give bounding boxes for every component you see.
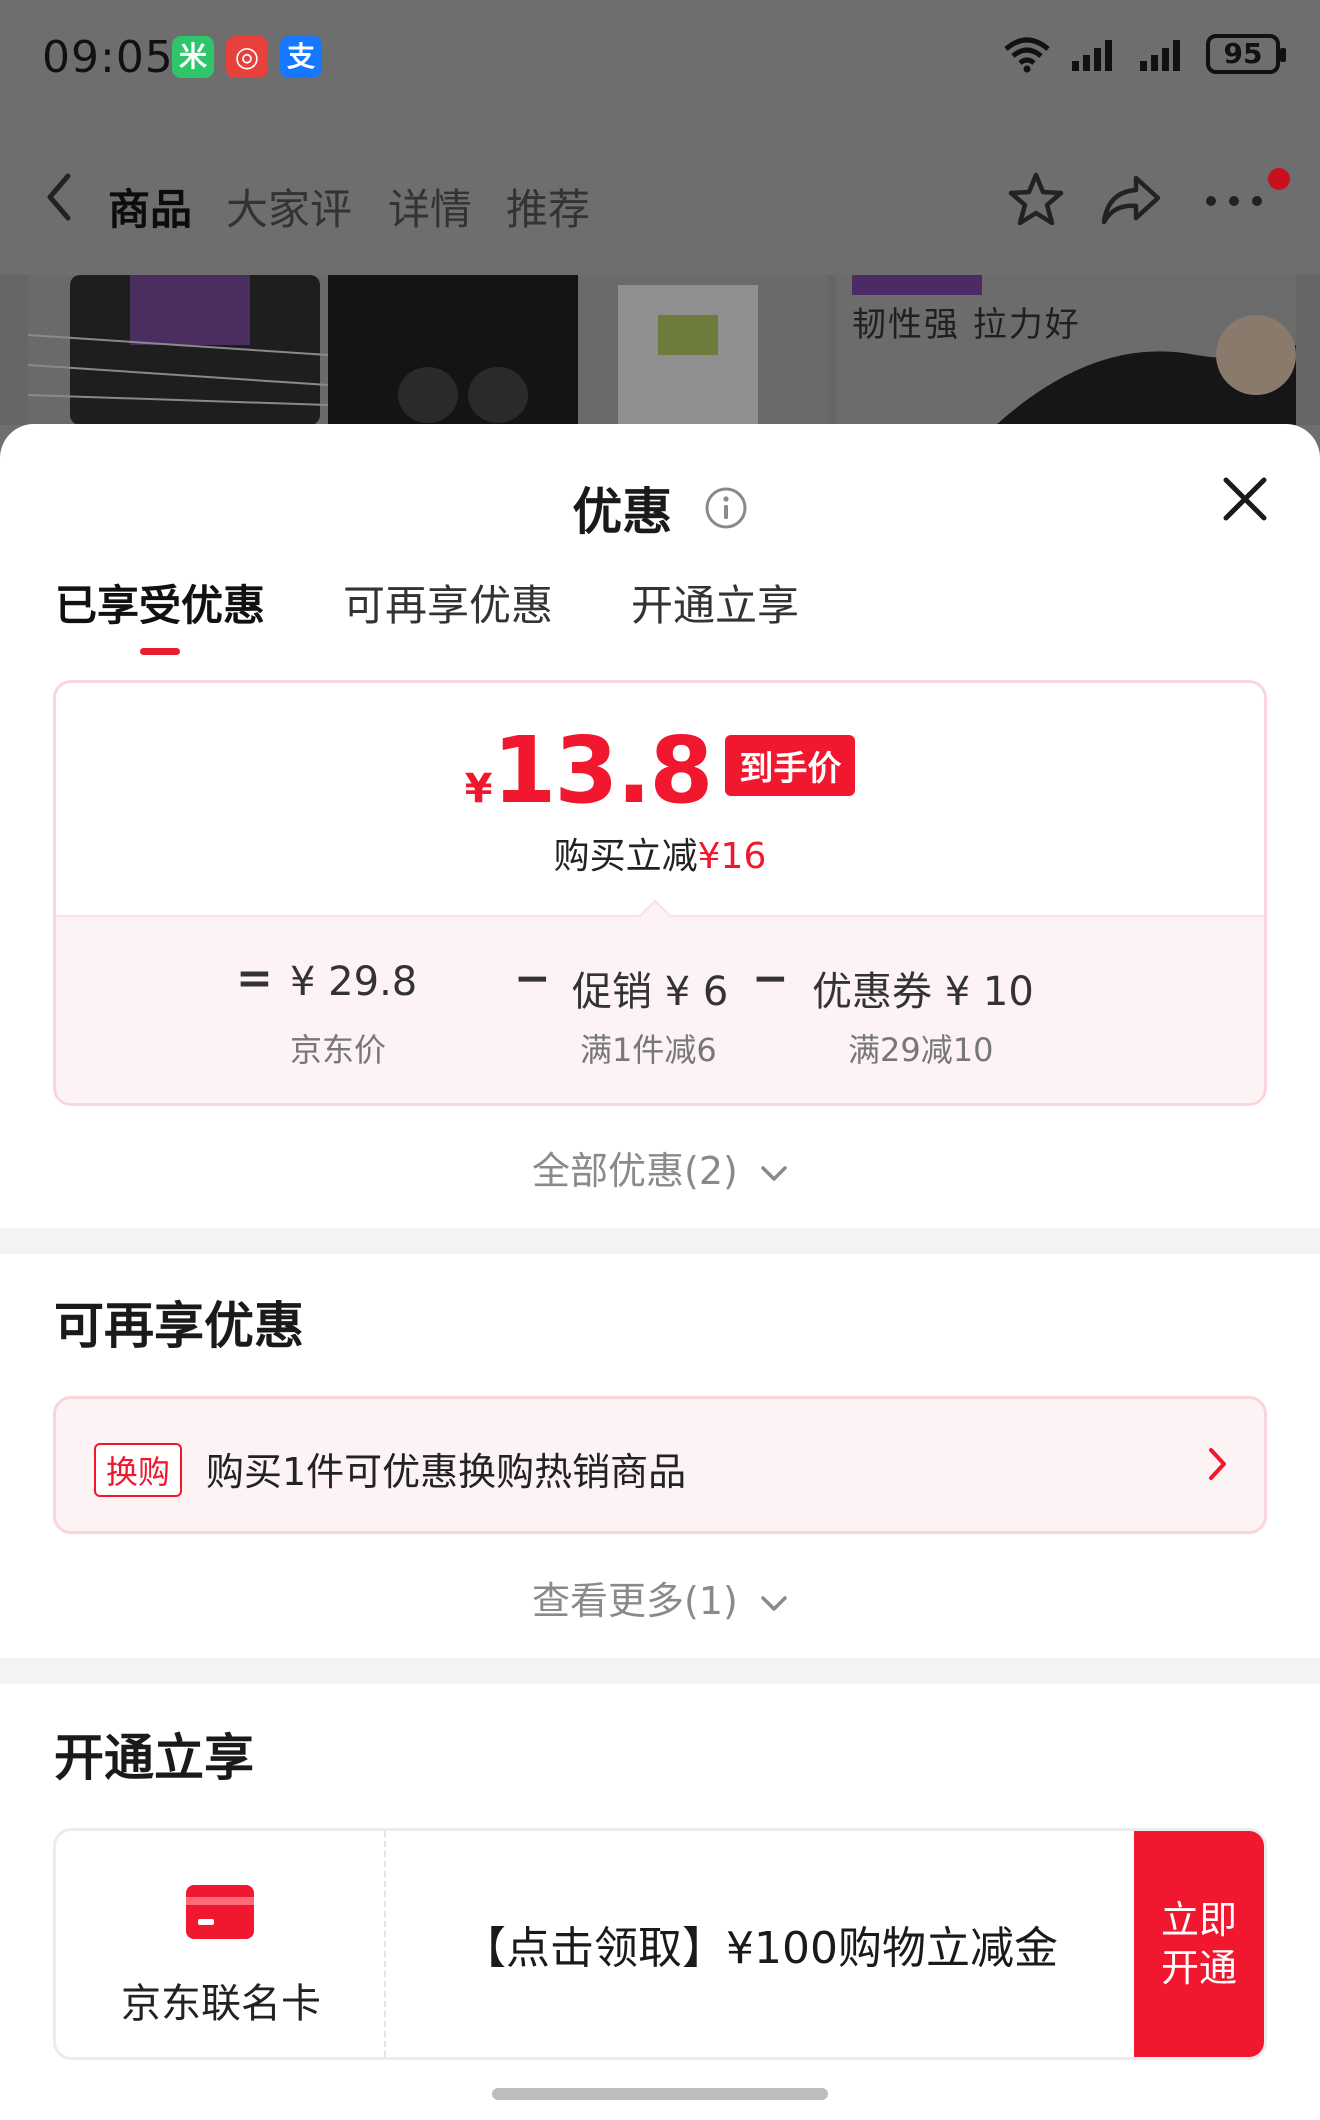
cobrand-card-info: 京东联名卡 — [56, 1831, 386, 2057]
more-discounts-title: 可再享优惠 — [54, 1297, 304, 1355]
status-bar: 09:05 米 ◎ 支 95 — [0, 0, 1320, 120]
product-caption: 韧性强 拉力好 — [852, 305, 1081, 345]
tab-product[interactable]: 商品 — [108, 176, 192, 237]
wifi-icon — [1004, 37, 1050, 73]
tab-details[interactable]: 详情 — [388, 176, 472, 237]
base-price: ¥ 29.8 — [290, 959, 418, 1005]
all-offers-toggle[interactable]: 全部优惠(2) — [0, 1140, 1320, 1195]
see-more-label: 查看更多(1) — [532, 1579, 738, 1623]
equals-sign: = — [236, 953, 273, 1004]
alipay-icon: 支 — [280, 36, 322, 78]
app-icon: ◎ — [226, 36, 268, 78]
cobrand-offer-text: 【点击领取】¥100购物立减金 — [462, 1923, 1058, 1974]
currency-symbol: ¥ — [464, 766, 493, 812]
signal-icon — [1072, 40, 1112, 71]
share-icon[interactable] — [1100, 170, 1162, 230]
cobrand-card-offer[interactable]: 京东联名卡 【点击领取】¥100购物立减金 立即 开通 — [53, 1828, 1267, 2060]
cobrand-card-label: 京东联名卡 — [121, 1981, 321, 2027]
signal-icon-2 — [1140, 40, 1180, 71]
notification-dot — [1268, 168, 1290, 190]
product-image — [27, 275, 828, 425]
battery-icon: 95 — [1206, 34, 1286, 74]
trash-bag-product-image — [27, 275, 828, 425]
clock: 09:05 — [42, 32, 174, 83]
chevron-down-icon — [761, 1165, 787, 1181]
see-more-toggle[interactable]: 查看更多(1) — [0, 1570, 1320, 1625]
favorite-star-icon[interactable] — [1006, 170, 1066, 230]
chevron-down-icon — [761, 1595, 787, 1611]
section-divider-2 — [0, 1658, 1320, 1684]
info-icon[interactable] — [704, 486, 748, 530]
coupon-discount-label: 满29减10 — [848, 1031, 994, 1069]
promo-discount: 促销 ¥ 6 — [572, 969, 729, 1015]
all-offers-label: 全部优惠(2) — [532, 1149, 738, 1193]
tab-reviews[interactable]: 大家评 — [226, 176, 352, 237]
open-now-button[interactable]: 立即 开通 — [1134, 1831, 1264, 2057]
discount-sheet: 优惠 已享受优惠 可再享优惠 开通立享 ¥13.8 到手价 购买立减¥16 = ¥… — [0, 424, 1320, 2120]
base-price-label: 京东价 — [290, 1031, 387, 1069]
swap-tag: 换购 — [94, 1443, 183, 1497]
minus-sign-2: − — [752, 953, 789, 1004]
product-highlight-tag — [852, 275, 982, 295]
coupon-discount: 优惠券 ¥ 10 — [812, 969, 1034, 1015]
system-indicators: 95 — [1002, 34, 1286, 74]
tab-open-to-enjoy[interactable]: 开通立享 — [631, 572, 799, 655]
sheet-title: 优惠 — [572, 483, 673, 541]
sheet-header: 优惠 — [0, 472, 1320, 544]
home-indicator[interactable] — [492, 2088, 828, 2100]
credit-card-icon — [186, 1885, 254, 1939]
savings-label: 购买立减 — [553, 836, 698, 877]
final-price-summary: ¥13.8 到手价 购买立减¥16 — [56, 683, 1264, 915]
discount-tabs: 已享受优惠 可再享优惠 开通立享 — [55, 572, 877, 655]
promo-discount-label: 满1件减6 — [580, 1031, 717, 1069]
chevron-right-icon — [1209, 1448, 1226, 1480]
minus-sign: − — [514, 953, 551, 1004]
tab-recommend[interactable]: 推荐 — [506, 176, 590, 237]
final-price: 13.8 — [492, 717, 713, 824]
section-divider — [0, 1228, 1320, 1254]
tab-more-discounts[interactable]: 可再享优惠 — [343, 572, 553, 655]
price-breakdown: = ¥ 29.8 京东价 − 促销 ¥ 6 满1件减6 − 优惠券 ¥ 10 满… — [56, 915, 1264, 1103]
mi-home-icon: 米 — [172, 36, 214, 78]
product-image-strip: 韧性强 拉力好 — [0, 275, 1320, 425]
more-icon[interactable] — [1204, 194, 1264, 208]
final-price-badge: 到手价 — [725, 735, 856, 796]
swap-offer-card[interactable]: 换购 购买1件可优惠换购热销商品 — [53, 1396, 1267, 1534]
final-price-line: ¥13.8 到手价 — [56, 725, 1264, 817]
tab-enjoyed-discounts[interactable]: 已享受优惠 — [55, 572, 265, 655]
product-nav-bar: 商品 大家评 详情 推荐 — [0, 120, 1320, 275]
back-arrow-icon[interactable] — [44, 172, 74, 222]
savings-amount: ¥16 — [697, 836, 767, 877]
swap-offer-text: 购买1件可优惠换购热销商品 — [206, 1450, 687, 1494]
final-price-card: ¥13.8 到手价 购买立减¥16 = ¥ 29.8 京东价 − 促销 ¥ 6 满… — [53, 680, 1267, 1106]
open-to-enjoy-title: 开通立享 — [54, 1729, 254, 1787]
savings-line: 购买立减¥16 — [56, 827, 1264, 879]
close-icon[interactable] — [1220, 474, 1270, 524]
